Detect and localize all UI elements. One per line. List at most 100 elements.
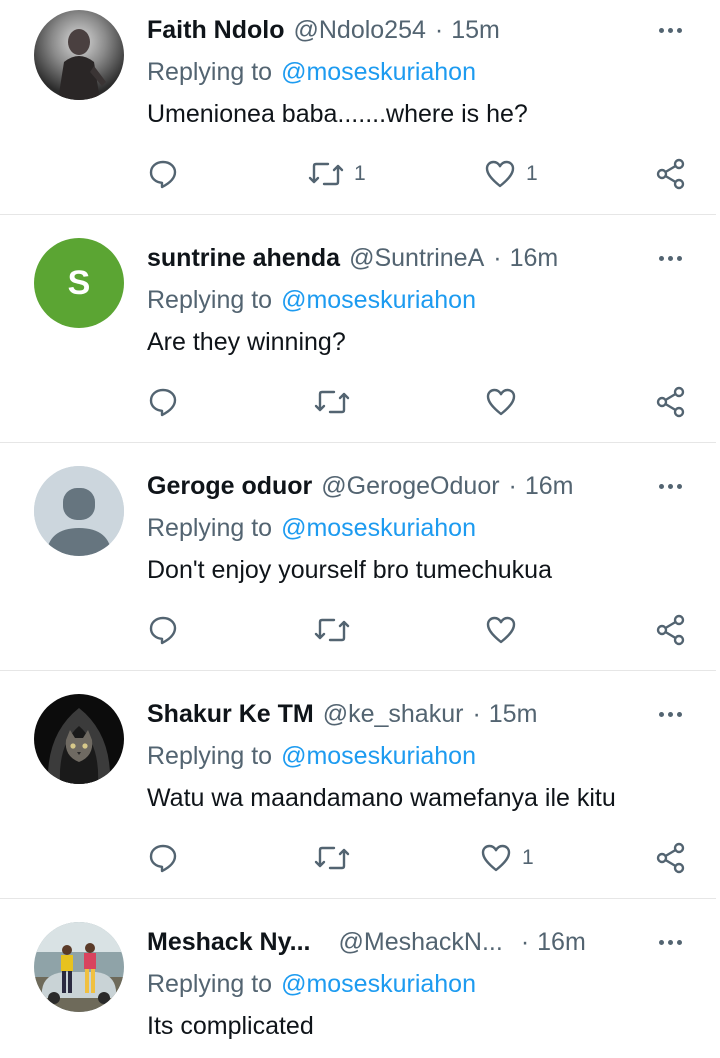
share-button[interactable] [654,385,688,419]
more-icon[interactable] [652,471,688,501]
mention-link[interactable]: @moseskuriahon [281,514,476,543]
share-icon [656,614,685,646]
tweet[interactable]: S suntrine ahenda @SuntrineA · 16m Reply… [0,228,720,442]
avatar[interactable] [34,10,124,100]
replying-to: Replying to @moseskuriahon [147,512,476,544]
retweet-icon [314,846,350,870]
user-handle[interactable]: @ke_shakur [323,700,464,729]
retweet-icon [308,162,344,186]
retweet-icon [314,618,350,642]
like-button[interactable]: 1 [484,157,538,191]
like-icon [485,160,515,188]
avatar[interactable] [34,922,124,1012]
timestamp[interactable]: 15m [489,700,538,729]
user-handle[interactable]: @MeshackN... [339,928,503,957]
reply-icon [149,616,177,645]
tweet-text: Watu wa maandamano wamefanya ile kitu [147,783,616,812]
tweet-text: Don't enjoy yourself bro tumechukua [147,555,552,584]
like-count: 1 [522,846,534,869]
user-handle[interactable]: @GerogeOduor [321,472,499,501]
retweet-count: 1 [354,162,366,185]
avatar-photo [34,10,124,100]
tweet-header: Shakur Ke TM @ke_shakur · 15m [147,699,537,729]
like-icon [481,844,511,872]
more-icon[interactable] [652,927,688,957]
more-icon[interactable] [652,699,688,729]
display-name[interactable]: Faith Ndolo [147,16,284,45]
reply-button[interactable] [147,157,179,191]
mention-link[interactable]: @moseskuriahon [281,286,476,315]
mention-link[interactable]: @moseskuriahon [281,742,476,771]
retweet-button[interactable]: 1 [308,157,366,191]
tweet[interactable]: Meshack Ny... @MeshackN... · 16m Replyin… [0,912,720,1058]
default-profile-icon [34,466,124,556]
divider [0,670,716,671]
reply-button[interactable] [147,613,179,647]
replying-to: Replying to @moseskuriahon [147,284,476,316]
avatar[interactable]: S [34,238,124,328]
divider [0,898,716,899]
avatar[interactable] [34,466,124,556]
retweet-button[interactable] [314,385,350,419]
share-icon [656,386,685,418]
like-count: 1 [526,162,538,185]
divider [0,442,716,443]
like-button[interactable] [485,613,517,647]
tweet-header: Geroge oduor @GerogeOduor · 16m [147,471,574,501]
tweet[interactable]: Geroge oduor @GerogeOduor · 16m Replying… [0,456,720,670]
display-name[interactable]: Meshack Ny... [147,928,311,957]
tweet-text: Are they winning? [147,327,346,356]
reply-icon [149,160,177,189]
display-name[interactable]: suntrine ahenda [147,244,340,273]
like-button[interactable] [485,385,517,419]
retweet-button[interactable] [314,841,350,875]
share-icon [656,842,685,874]
tweet-header: Faith Ndolo @Ndolo254 · 15m [147,15,500,45]
share-button[interactable] [654,157,688,191]
avatar[interactable] [34,694,124,784]
user-handle[interactable]: @SuntrineA [349,244,484,273]
dot-separator: · [434,15,444,44]
more-icon[interactable] [652,243,688,273]
mention-link[interactable]: @moseskuriahon [281,970,476,999]
more-icon[interactable] [652,15,688,45]
like-icon [486,616,516,644]
divider [0,214,716,215]
user-handle[interactable]: @Ndolo254 [293,16,425,45]
tweet[interactable]: Faith Ndolo @Ndolo254 · 15m Replying to … [0,0,720,214]
reply-button[interactable] [147,841,179,875]
reply-icon [149,844,177,873]
replying-to-label: Replying to [147,969,273,998]
reply-feed: Faith Ndolo @Ndolo254 · 15m Replying to … [0,0,720,1058]
mention-link[interactable]: @moseskuriahon [281,58,476,87]
share-button[interactable] [654,841,688,875]
reply-button[interactable] [147,385,179,419]
like-button[interactable]: 1 [480,841,534,875]
share-icon [656,158,685,190]
replying-to: Replying to @moseskuriahon [147,968,476,1000]
dot-separator: · [508,471,517,500]
replying-to: Replying to @moseskuriahon [147,740,476,772]
timestamp[interactable]: 16m [537,928,586,957]
timestamp[interactable]: 16m [510,244,559,273]
tweet-header: Meshack Ny... @MeshackN... · 16m [147,927,586,957]
like-icon [486,388,516,416]
avatar-photo [34,922,124,1012]
timestamp[interactable]: 15m [451,16,500,45]
timestamp[interactable]: 16m [525,472,574,501]
dot-separator: · [493,243,502,272]
tweet[interactable]: Shakur Ke TM @ke_shakur · 15m Replying t… [0,684,720,898]
avatar-letter: S [67,263,91,302]
display-name[interactable]: Geroge oduor [147,472,312,501]
display-name[interactable]: Shakur Ke TM [147,700,314,729]
dot-separator: · [520,927,530,956]
tweet-header: suntrine ahenda @SuntrineA · 16m [147,243,558,273]
retweet-button[interactable] [314,613,350,647]
tweet-text: Umenionea baba.......where is he? [147,99,528,128]
reply-icon [149,388,177,417]
replying-to: Replying to @moseskuriahon [147,56,476,88]
replying-to-label: Replying to [147,285,273,314]
tweet-text: Its complicated [147,1011,314,1040]
replying-to-label: Replying to [147,57,273,86]
share-button[interactable] [654,613,688,647]
